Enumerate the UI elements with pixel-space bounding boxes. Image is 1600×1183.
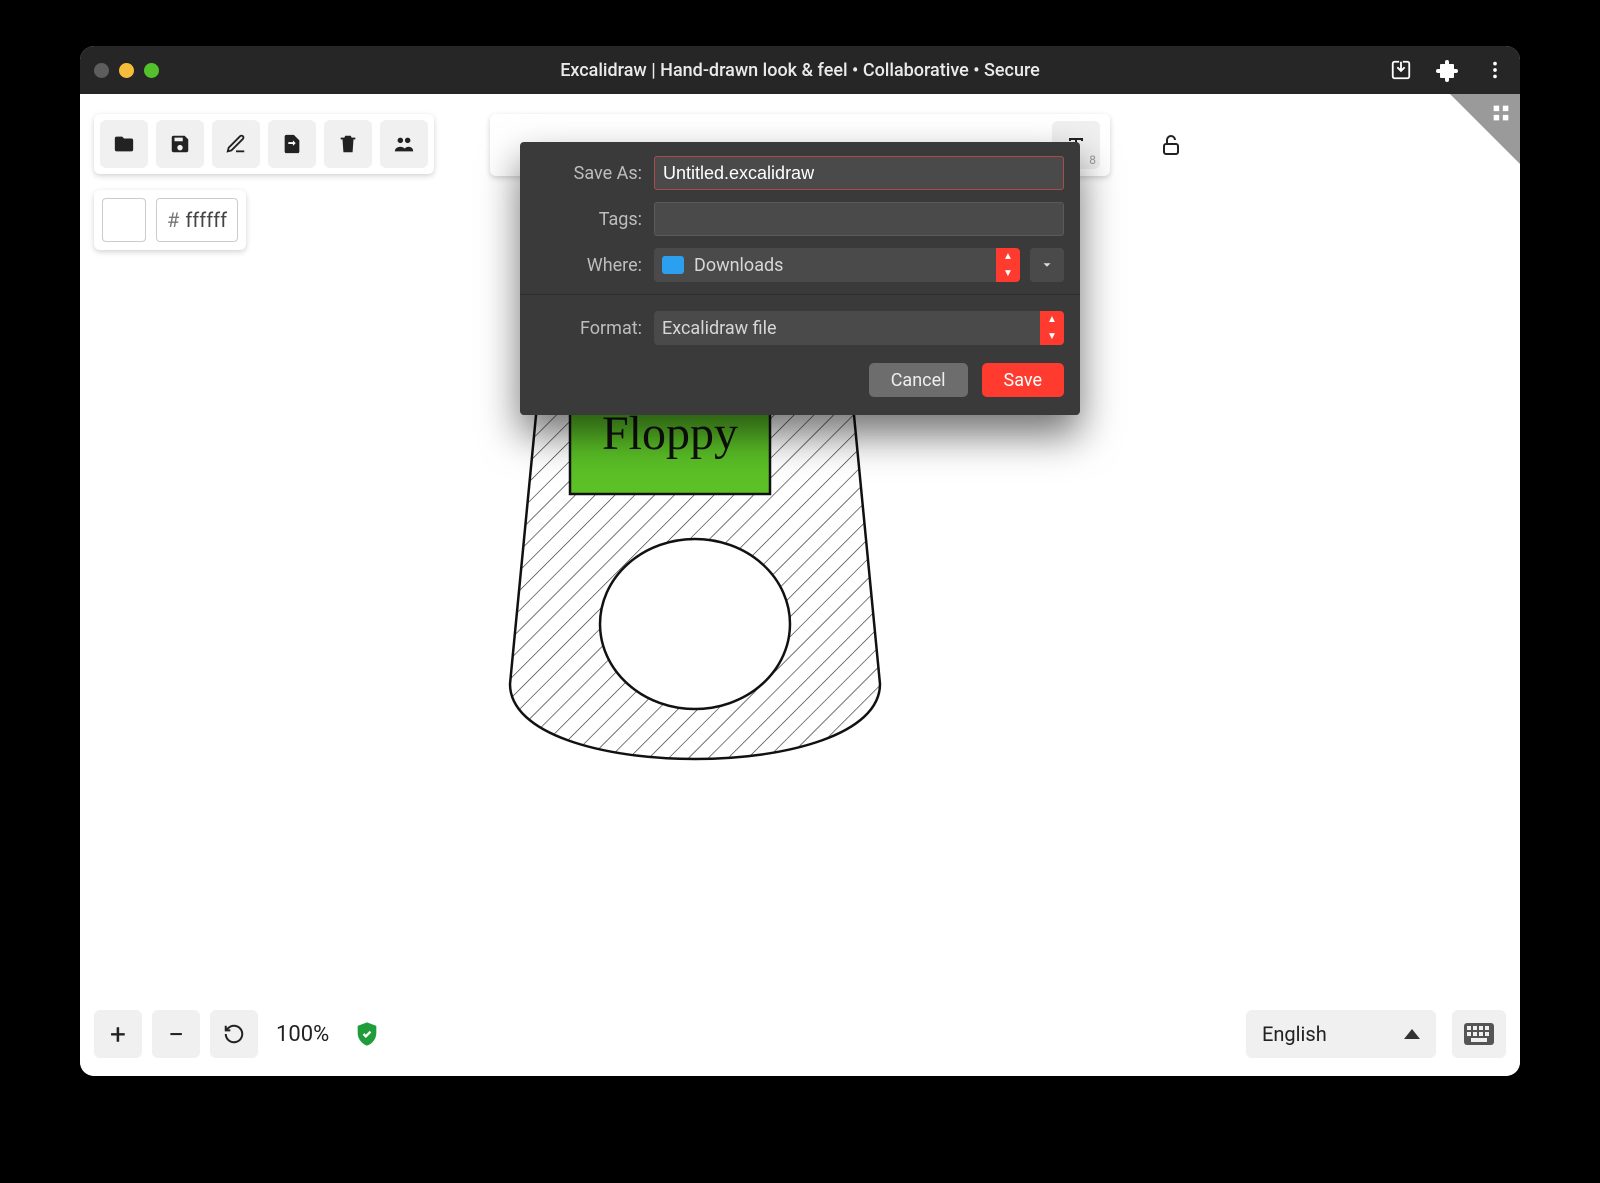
- lock-toggle[interactable]: [1150, 124, 1192, 166]
- format-value: Excalidraw file: [662, 318, 777, 339]
- cancel-button[interactable]: Cancel: [869, 363, 968, 397]
- window-title: Excalidraw | Hand-drawn look & feel • Co…: [80, 60, 1520, 81]
- language-select[interactable]: English: [1246, 1010, 1436, 1058]
- collaborate-button[interactable]: [380, 120, 428, 168]
- title-bar: Excalidraw | Hand-drawn look & feel • Co…: [80, 46, 1520, 94]
- zoom-out-button[interactable]: −: [152, 1010, 200, 1058]
- footer-right: English: [1246, 1010, 1506, 1058]
- save-as-button[interactable]: [212, 120, 260, 168]
- format-label: Format:: [536, 318, 642, 339]
- open-button[interactable]: [100, 120, 148, 168]
- where-select[interactable]: Downloads ▲▼: [654, 248, 1020, 282]
- tags-input[interactable]: [654, 202, 1064, 236]
- maximize-window-button[interactable]: [144, 63, 159, 78]
- background-swatch[interactable]: [102, 198, 146, 242]
- tags-label: Tags:: [536, 209, 642, 230]
- language-label: English: [1262, 1022, 1327, 1046]
- dialog-separator: [520, 294, 1080, 295]
- format-stepper-icon: ▲▼: [1040, 311, 1064, 345]
- clear-canvas-button[interactable]: [324, 120, 372, 168]
- browser-window: Excalidraw | Hand-drawn look & feel • Co…: [80, 46, 1520, 1076]
- traffic-lights: [94, 63, 159, 78]
- expand-locations-button[interactable]: [1030, 248, 1064, 282]
- extensions-icon[interactable]: [1436, 58, 1460, 82]
- folder-icon: [662, 256, 684, 274]
- text-tool-hotkey: 8: [1089, 153, 1096, 167]
- hex-prefix: #: [167, 208, 179, 232]
- encryption-shield-icon[interactable]: [353, 1020, 381, 1048]
- menu-kebab-icon[interactable]: [1484, 59, 1506, 81]
- canvas-background-panel: # ffffff: [94, 190, 246, 250]
- where-label: Where:: [536, 255, 642, 276]
- titlebar-actions: [1390, 58, 1506, 82]
- save-confirm-button[interactable]: Save: [982, 363, 1065, 397]
- install-app-icon[interactable]: [1390, 59, 1412, 81]
- minimize-window-button[interactable]: [119, 63, 134, 78]
- zoom-controls: + − 100%: [94, 1010, 381, 1058]
- app-canvas-area: # ffffff 8: [80, 94, 1520, 1076]
- file-toolbar: [94, 114, 434, 174]
- filename-input[interactable]: [654, 156, 1064, 190]
- save-button[interactable]: [156, 120, 204, 168]
- format-select[interactable]: Excalidraw file ▲▼: [654, 311, 1064, 345]
- where-value: Downloads: [694, 255, 783, 276]
- zoom-reset-button[interactable]: [210, 1010, 258, 1058]
- zoom-in-button[interactable]: +: [94, 1010, 142, 1058]
- close-window-button[interactable]: [94, 63, 109, 78]
- hex-value: ffffff: [185, 208, 227, 232]
- export-button[interactable]: [268, 120, 316, 168]
- caret-up-icon: [1404, 1029, 1420, 1039]
- save-dialog: Save As: Tags: Where: Downloads ▲▼: [520, 142, 1080, 415]
- library-toggle[interactable]: [1450, 94, 1520, 164]
- where-stepper-icon: ▲▼: [996, 248, 1020, 282]
- save-as-label: Save As:: [536, 163, 642, 184]
- keyboard-shortcuts-button[interactable]: [1452, 1010, 1506, 1058]
- zoom-level: 100%: [276, 1022, 329, 1047]
- background-hex-input[interactable]: # ffffff: [156, 198, 238, 242]
